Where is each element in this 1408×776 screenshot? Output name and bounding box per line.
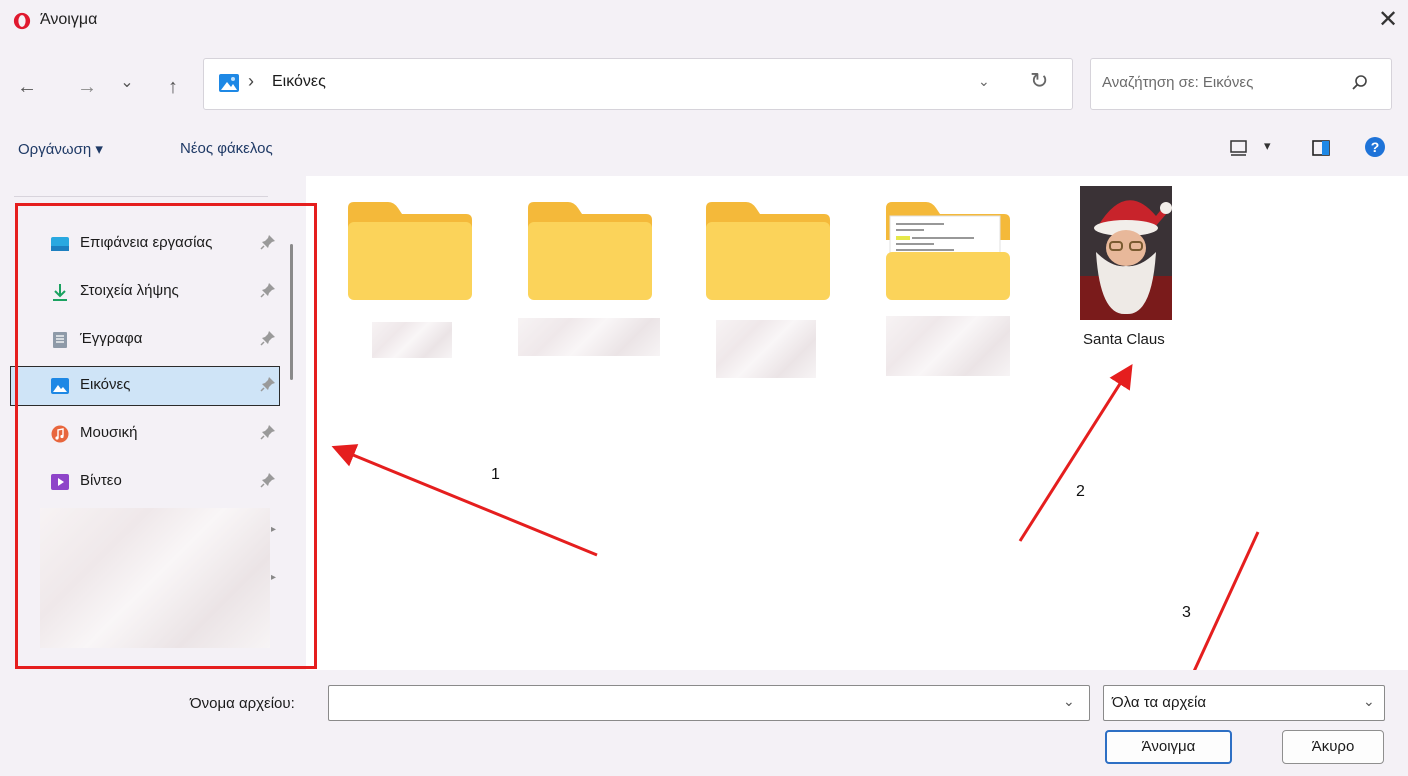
file-type-value: Όλα τα αρχεία <box>1112 694 1207 711</box>
svg-text:?: ? <box>1371 139 1380 155</box>
opera-logo-icon <box>13 12 31 30</box>
annotation-arrow-1 <box>331 444 598 557</box>
search-icon[interactable] <box>1348 71 1372 95</box>
annotation-label-3: 3 <box>1182 604 1191 621</box>
annotation-label-2: 2 <box>1076 483 1085 500</box>
file-name-label: Όνομα αρχείου: <box>190 695 295 712</box>
search-input[interactable]: Αναζήτηση σε: Εικόνες <box>1102 74 1253 91</box>
pictures-icon <box>219 74 239 92</box>
address-dropdown-icon[interactable]: ⌄ <box>978 73 990 90</box>
file-name-input[interactable] <box>328 685 1090 721</box>
nav-divider <box>14 196 268 197</box>
annotation-highlight-box <box>15 203 317 669</box>
organize-button[interactable]: Οργάνωση ▾ <box>18 140 103 158</box>
refresh-icon[interactable]: ↻ <box>1030 68 1048 94</box>
annotation-arrow-2 <box>1018 363 1133 542</box>
close-icon[interactable]: ✕ <box>1372 4 1404 36</box>
window-title: Άνοιγμα <box>40 11 98 28</box>
open-button[interactable]: Άνοιγμα <box>1105 730 1232 764</box>
up-button[interactable]: ↑ <box>160 74 186 100</box>
preview-pane-icon[interactable] <box>1310 138 1332 158</box>
title-bar <box>0 0 1408 44</box>
file-type-dropdown-icon[interactable]: ⌄ <box>1363 693 1375 710</box>
back-button[interactable]: ← <box>14 74 40 100</box>
view-dropdown-icon[interactable]: ▾ <box>1264 138 1271 154</box>
breadcrumb-separator: › <box>248 71 254 91</box>
cancel-button[interactable]: Άκυρο <box>1282 730 1384 764</box>
help-icon[interactable]: ? <box>1364 136 1386 158</box>
view-options-icon[interactable] <box>1228 138 1250 158</box>
forward-button[interactable]: → <box>74 74 100 100</box>
annotation-label-1: 1 <box>491 466 500 483</box>
recent-locations-button[interactable]: ⌄ <box>114 70 140 96</box>
file-name-dropdown-icon[interactable]: ⌄ <box>1063 693 1075 710</box>
address-bar[interactable] <box>203 58 1073 110</box>
new-folder-button[interactable]: Νέος φάκελος <box>180 140 273 157</box>
breadcrumb-pictures[interactable]: Εικόνες <box>272 73 326 91</box>
